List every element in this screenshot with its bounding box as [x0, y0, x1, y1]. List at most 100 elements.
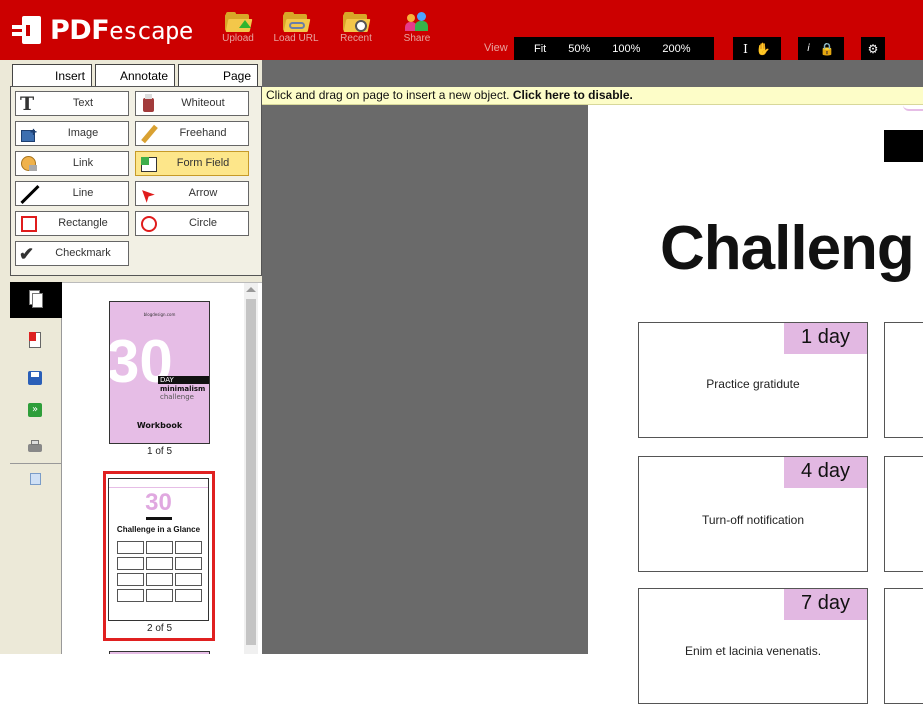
pdfescape-logo[interactable]: PDFescape [12, 14, 193, 46]
thumbnail-scroll-thumb[interactable] [246, 299, 256, 645]
rectangle-tool-label: Rectangle [58, 217, 108, 229]
page-thumbnails-panel: blogdesign.com 30 DAY minimalism challen… [62, 282, 262, 654]
checkmark-tool-button[interactable]: ✔ Checkmark [15, 241, 129, 266]
recent-label: Recent [340, 33, 372, 44]
day-card-partial [884, 588, 923, 704]
folder-link-icon [283, 12, 311, 32]
whiteout-tool-button[interactable]: Whiteout [135, 91, 249, 116]
scroll-up-arrow-icon[interactable] [246, 287, 256, 292]
info-lock-group: i 🔒 [798, 37, 844, 60]
image-tool-button[interactable]: + Image [15, 121, 129, 146]
link-tool-button[interactable]: Link [15, 151, 129, 176]
text-tool-label: Text [72, 97, 94, 109]
thumb2-big-number: 30 [145, 489, 172, 516]
insert-hint-bar: Click and drag on page to insert a new o… [262, 87, 923, 105]
info-icon[interactable]: i [807, 43, 810, 54]
thumb2-label: 2 of 5 [146, 623, 173, 634]
document-title: Challeng [660, 214, 915, 283]
zoom-fit-button[interactable]: Fit [534, 43, 546, 55]
day-card-partial [884, 322, 923, 438]
thumb2-title: Challenge in a Glance [116, 525, 201, 534]
sidebar-icon-strip: » [10, 282, 62, 654]
brand-bold: PDF [50, 14, 110, 46]
insert-tools-panel: T Text Whiteout + Image Freehand Link Fo… [10, 86, 262, 276]
day-card-text: Enim et lacinia venenatis. [684, 644, 822, 658]
pencil-icon [139, 124, 159, 144]
tab-annotate[interactable]: Annotate [95, 64, 175, 86]
cursor-mode-group: I ✋ [733, 37, 781, 60]
save-icon[interactable] [27, 370, 43, 386]
print-icon[interactable] [27, 439, 43, 455]
day-card: 4 day Turn-off notification [638, 456, 868, 572]
view-label: View [484, 42, 508, 54]
form-field-tool-button[interactable]: Form Field [135, 151, 249, 176]
whiteout-bottle-icon [139, 94, 159, 114]
load-url-button[interactable]: Load URL [271, 12, 321, 44]
thumbnail-page-1[interactable]: blogdesign.com 30 DAY minimalism challen… [109, 301, 210, 444]
thumb1-line1: minimalism [160, 385, 206, 393]
folder-upload-icon [225, 12, 253, 32]
link-tool-label: Link [72, 157, 94, 169]
thumb1-line2: challenge [160, 393, 194, 401]
pdf-page[interactable]: Challeng 1 day Practice gratidute 4 day … [588, 105, 923, 704]
rectangle-tool-button[interactable]: Rectangle [15, 211, 129, 236]
text-cursor-icon[interactable]: I [743, 42, 748, 56]
text-tool-button[interactable]: T Text [15, 91, 129, 116]
hand-cursor-icon[interactable]: ✋ [756, 42, 771, 56]
thumb1-label: 1 of 5 [146, 446, 173, 457]
recent-button[interactable]: Recent [331, 12, 381, 44]
link-globe-icon [19, 154, 39, 174]
day-card: 1 day Practice gratidute [638, 322, 868, 438]
day-card-text: Turn-off notification [701, 513, 805, 527]
zoom-50-button[interactable]: 50% [568, 43, 590, 55]
freehand-tool-button[interactable]: Freehand [135, 121, 249, 146]
freehand-tool-label: Freehand [179, 127, 227, 139]
left-sidebar: Insert Annotate Page T Text Whiteout + I… [0, 60, 262, 654]
thumb1-footer: Workbook [136, 421, 183, 430]
people-icon [405, 12, 429, 32]
thumb1-site: blogdesign.com [143, 312, 176, 317]
folder-clock-icon [343, 12, 371, 32]
arrow-tool-label: Arrow [188, 187, 218, 199]
image-tool-label: Image [67, 127, 99, 139]
download-icon[interactable]: » [27, 402, 43, 418]
lock-icon[interactable]: 🔒 [820, 42, 835, 56]
settings-button[interactable]: ⚙ [861, 37, 885, 60]
day-badge: 4 day [784, 457, 867, 488]
tab-insert[interactable]: Insert [12, 64, 92, 86]
rectangle-icon [19, 214, 39, 234]
zoom-200-button[interactable]: 200% [662, 43, 690, 55]
share-button[interactable]: Share [392, 12, 442, 44]
checkmark-icon: ✔ [19, 244, 35, 264]
arrow-tool-button[interactable]: ➤ Arrow [134, 181, 249, 208]
text-t-icon: T [20, 93, 35, 115]
line-tool-button[interactable]: Line [15, 181, 129, 206]
day-card-text: Practice gratidute [706, 377, 800, 391]
sidebar-tabs: Insert Annotate Page [10, 64, 262, 86]
form-field-tool-label: Form Field [176, 157, 230, 169]
arrow-icon: ➤ [134, 182, 159, 208]
whiteout-tool-label: Whiteout [181, 97, 225, 109]
tab-page[interactable]: Page [178, 64, 258, 86]
page-blank-icon[interactable] [27, 472, 43, 488]
load-url-label: Load URL [273, 33, 319, 44]
disable-hint-link[interactable]: Click here to disable. [513, 88, 633, 102]
checkmark-tool-label: Checkmark [55, 247, 111, 259]
circle-tool-button[interactable]: Circle [135, 211, 249, 236]
thumb1-day: DAY [160, 376, 174, 384]
day-card: 7 day Enim et lacinia venenatis. [638, 588, 868, 704]
pages-icon [27, 290, 43, 308]
circle-tool-label: Circle [188, 217, 218, 229]
upload-label: Upload [222, 33, 254, 44]
header-black-bar [884, 130, 923, 162]
line-tool-label: Line [72, 187, 94, 199]
zoom-100-button[interactable]: 100% [612, 43, 640, 55]
line-icon [19, 184, 40, 205]
thumbnail-page-2[interactable]: 30 Challenge in a Glance [108, 478, 209, 621]
circle-icon [139, 214, 159, 234]
upload-button[interactable]: Upload [213, 12, 263, 44]
page-thumbnails-toggle[interactable] [10, 282, 62, 318]
form-field-icon [139, 154, 159, 174]
share-label: Share [403, 33, 431, 44]
pdf-file-icon[interactable] [27, 332, 43, 348]
